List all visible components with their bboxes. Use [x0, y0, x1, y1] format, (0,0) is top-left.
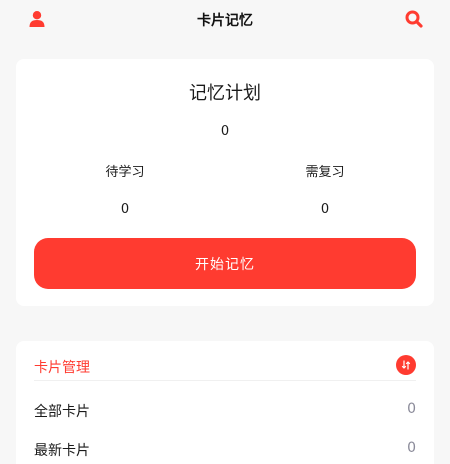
card-management-title: 卡片管理: [34, 360, 90, 376]
plan-total-count: 0: [220, 124, 230, 139]
top-bar: 卡片记忆: [0, 0, 450, 38]
sort-icon[interactable]: [396, 355, 416, 375]
card-management-panel: 卡片管理 全部卡片 0 最新卡片 0: [16, 341, 434, 464]
memory-plan-card: 记忆计划 0 待学习 需复习 0 0 开始记忆: [16, 59, 434, 306]
review-count: 0: [320, 202, 330, 217]
card-management-header: 卡片管理: [34, 355, 416, 381]
pending-count: 0: [120, 202, 130, 217]
start-memorize-button[interactable]: 开始记忆: [34, 238, 416, 289]
latest-cards-label: 最新卡片: [34, 443, 90, 459]
page-title: 卡片记忆: [197, 13, 253, 29]
latest-cards-count: 0: [407, 440, 416, 456]
list-item-all-cards[interactable]: 全部卡片 0: [34, 399, 416, 423]
search-icon[interactable]: [405, 10, 423, 28]
review-label: 需复习: [305, 165, 345, 180]
all-cards-count: 0: [407, 401, 416, 417]
all-cards-label: 全部卡片: [34, 404, 90, 420]
list-item-latest-cards[interactable]: 最新卡片 0: [34, 438, 416, 462]
pending-label: 待学习: [105, 165, 145, 180]
plan-title: 记忆计划: [189, 83, 261, 104]
